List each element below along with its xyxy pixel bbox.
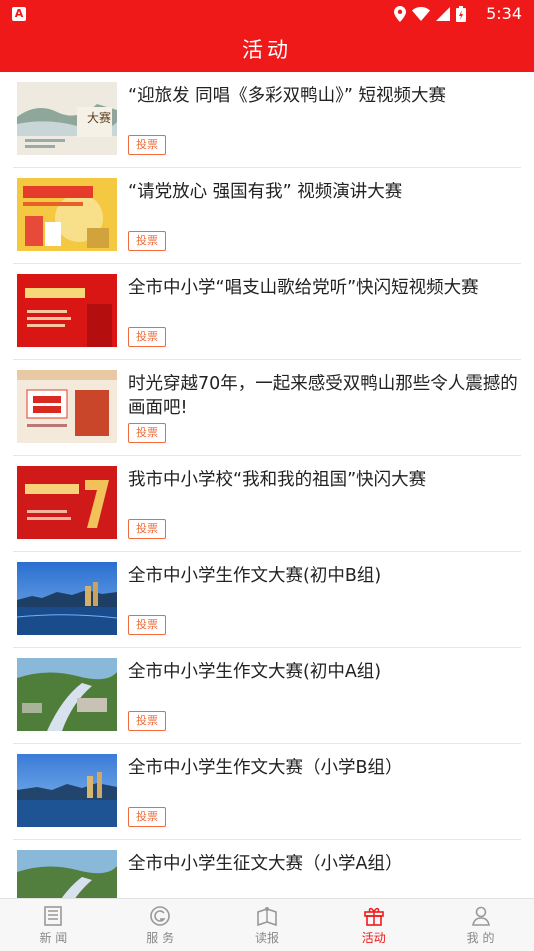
tab-label: 服 务	[146, 931, 175, 945]
list-item[interactable]: 全市中小学生作文大赛（小学B组） 投票	[13, 744, 521, 840]
thumbnail-image	[17, 562, 117, 635]
activity-title[interactable]: 全市中小学生作文大赛(初中A组)	[128, 660, 521, 684]
newspaper-icon	[44, 906, 63, 926]
tab-paper[interactable]: 读报	[214, 899, 321, 951]
thumbnail-image	[17, 178, 117, 251]
tab-service[interactable]: 服 务	[107, 899, 214, 951]
thumbnail-image	[17, 466, 117, 539]
thumbnail-image	[17, 754, 117, 827]
list-item[interactable]: 时光穿越70年，一起来感受双鸭山那些令人震撼的画面吧! 投票	[13, 360, 521, 456]
activity-title[interactable]: “请党放心 强国有我” 视频演讲大赛	[128, 180, 521, 204]
gift-icon	[363, 907, 384, 926]
book-icon	[257, 907, 277, 927]
signal-icon	[436, 7, 450, 21]
thumbnail-image	[17, 370, 117, 443]
vote-button[interactable]: 投票	[128, 615, 166, 635]
activity-title[interactable]: 我市中小学校“我和我的祖国”快闪大赛	[128, 468, 521, 492]
list-item[interactable]: 全市中小学生作文大赛(初中A组) 投票	[13, 648, 521, 744]
activity-list[interactable]: 大赛 “迎旅发 同唱《多彩双鸭山》” 短视频大赛 投票 “请党放心 强国有我” …	[0, 72, 534, 898]
thumbnail-image	[17, 658, 117, 731]
tab-activity[interactable]: 活动	[320, 899, 427, 951]
svg-text:大赛: 大赛	[87, 110, 111, 125]
tab-label: 我 的	[466, 931, 495, 945]
status-bar: A 5:34	[0, 0, 534, 28]
vote-button[interactable]: 投票	[128, 423, 166, 443]
list-item[interactable]: 全市中小学生征文大赛（小学A组）	[13, 840, 521, 898]
vote-button[interactable]: 投票	[128, 807, 166, 827]
activity-title[interactable]: 全市中小学“唱支山歌给党听”快闪短视频大赛	[128, 276, 521, 300]
activity-title[interactable]: 全市中小学生作文大赛(初中B组)	[128, 564, 521, 588]
list-item[interactable]: “请党放心 强国有我” 视频演讲大赛 投票	[13, 168, 521, 264]
tab-label: 读报	[254, 931, 279, 945]
page-title: 活动	[0, 28, 534, 72]
vote-button[interactable]: 投票	[128, 327, 166, 347]
wifi-icon	[412, 7, 430, 21]
tab-mine[interactable]: 我 的	[427, 899, 534, 951]
activity-title[interactable]: “迎旅发 同唱《多彩双鸭山》” 短视频大赛	[128, 84, 521, 108]
battery-icon	[456, 6, 466, 22]
list-item[interactable]: 全市中小学“唱支山歌给党听”快闪短视频大赛 投票	[13, 264, 521, 360]
thumbnail-image	[17, 850, 117, 898]
activity-title[interactable]: 全市中小学生作文大赛（小学B组）	[128, 756, 521, 780]
vote-button[interactable]: 投票	[128, 711, 166, 731]
bottom-tab-bar: 新 闻 服 务 读报 活动 我 的	[0, 898, 534, 951]
vote-button[interactable]: 投票	[128, 519, 166, 539]
status-icons	[394, 6, 466, 22]
thumbnail-image	[17, 274, 117, 347]
list-item[interactable]: 全市中小学生作文大赛(初中B组) 投票	[13, 552, 521, 648]
thumbnail-image: 大赛	[17, 82, 117, 155]
app-notification-icon: A	[12, 7, 26, 21]
activity-title[interactable]: 全市中小学生征文大赛（小学A组）	[128, 852, 521, 876]
activity-title[interactable]: 时光穿越70年，一起来感受双鸭山那些令人震撼的画面吧!	[128, 372, 521, 420]
person-icon	[471, 906, 490, 926]
location-icon	[394, 6, 406, 22]
list-item[interactable]: 大赛 “迎旅发 同唱《多彩双鸭山》” 短视频大赛 投票	[13, 72, 521, 168]
clock: 5:34	[486, 4, 522, 23]
tab-label: 活动	[361, 931, 386, 945]
service-icon	[150, 906, 170, 926]
list-item[interactable]: 我市中小学校“我和我的祖国”快闪大赛 投票	[13, 456, 521, 552]
vote-button[interactable]: 投票	[128, 135, 166, 155]
tab-news[interactable]: 新 闻	[0, 899, 107, 951]
tab-label: 新 闻	[39, 931, 68, 945]
vote-button[interactable]: 投票	[128, 231, 166, 251]
